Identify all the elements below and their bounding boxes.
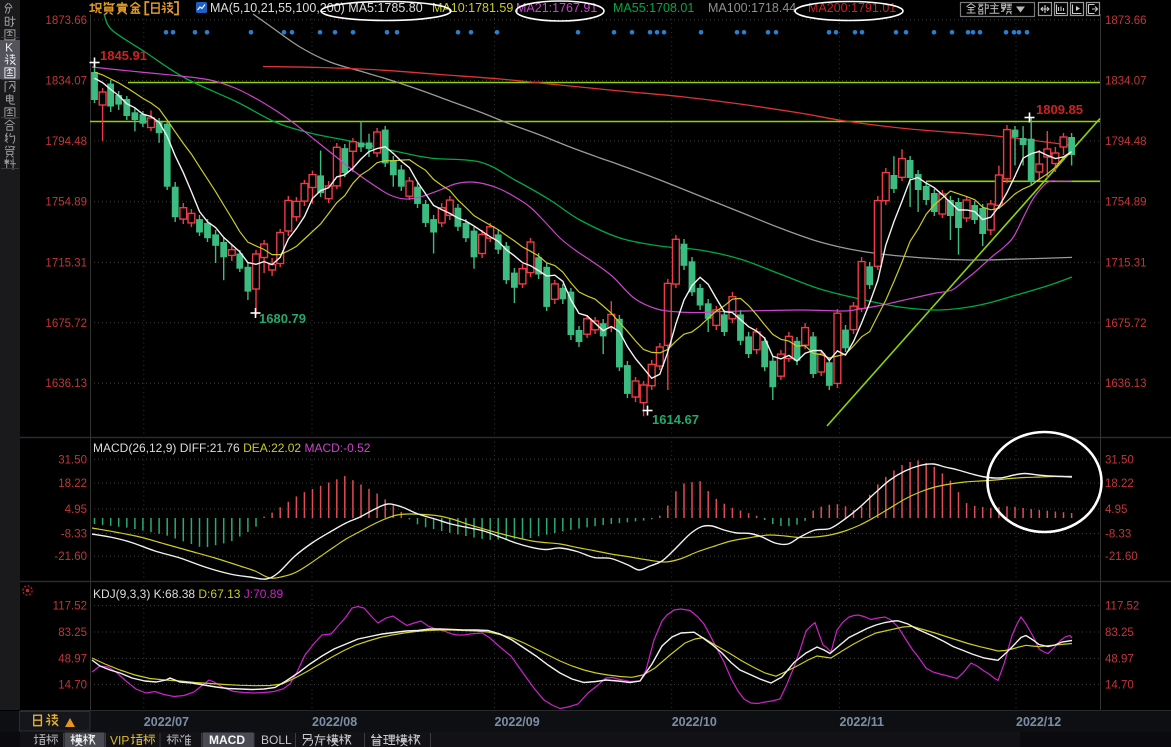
svg-text:31.50: 31.50	[58, 454, 87, 466]
svg-text:117.52: 117.52	[53, 601, 87, 613]
svg-text:MA(5,10,21,55,100,200) MA5:17: MA(5,10,21,55,100,200) MA5:1785.80	[210, 1, 423, 15]
svg-text:MA10:1781.59: MA10:1781.59	[432, 1, 513, 15]
svg-text:2022/12: 2022/12	[1016, 715, 1061, 729]
svg-text:-8.33: -8.33	[1105, 529, 1131, 541]
svg-text:BOLL: BOLL	[261, 733, 292, 747]
svg-text:1754.89: 1754.89	[45, 197, 87, 209]
svg-text:1680.79: 1680.79	[259, 311, 306, 326]
svg-text:1715.31: 1715.31	[1105, 257, 1147, 269]
svg-text:VIP: VIP	[110, 734, 129, 747]
svg-text:31.50: 31.50	[1105, 454, 1134, 466]
svg-text:48.97: 48.97	[1105, 654, 1134, 666]
svg-text:1754.89: 1754.89	[1105, 197, 1147, 209]
svg-text:14.70: 14.70	[1105, 680, 1134, 692]
svg-text:-21.60: -21.60	[1105, 551, 1138, 563]
svg-text:1809.85: 1809.85	[1036, 102, 1083, 117]
svg-text:-21.60: -21.60	[54, 551, 87, 563]
svg-text:1614.67: 1614.67	[652, 412, 699, 427]
svg-text:-8.33: -8.33	[61, 529, 87, 541]
svg-text:1675.72: 1675.72	[1105, 318, 1147, 330]
svg-text:1873.66: 1873.66	[45, 15, 87, 27]
svg-text:4.95: 4.95	[65, 504, 87, 516]
svg-text:1834.07: 1834.07	[45, 75, 87, 87]
svg-text:2022/07: 2022/07	[144, 715, 189, 729]
svg-text:83.25: 83.25	[58, 627, 87, 639]
svg-text:K: K	[5, 41, 13, 55]
svg-text:1715.31: 1715.31	[45, 257, 87, 269]
svg-text:1834.07: 1834.07	[1105, 75, 1147, 87]
svg-text:83.25: 83.25	[1105, 627, 1134, 639]
svg-text:1794.48: 1794.48	[45, 136, 87, 148]
svg-text:48.97: 48.97	[58, 654, 87, 666]
svg-text:MA55:1708.01: MA55:1708.01	[613, 1, 694, 15]
svg-text:1794.48: 1794.48	[1105, 136, 1147, 148]
svg-text:MACD(26,12,9) DIFF:21.76 DEA:2: MACD(26,12,9) DIFF:21.76 DEA:22.02 MACD:…	[93, 441, 371, 455]
svg-text:2022/08: 2022/08	[312, 715, 357, 729]
svg-text:18.22: 18.22	[1105, 478, 1134, 490]
svg-text:1675.72: 1675.72	[45, 318, 87, 330]
svg-text:18.22: 18.22	[58, 478, 87, 490]
svg-text:MA100:1718.44: MA100:1718.44	[708, 1, 796, 15]
svg-text:MACD: MACD	[209, 733, 245, 747]
svg-text:117.52: 117.52	[1105, 601, 1139, 613]
svg-text:2022/11: 2022/11	[840, 715, 885, 729]
svg-text:1873.66: 1873.66	[1105, 15, 1147, 27]
svg-text:1636.13: 1636.13	[45, 378, 87, 390]
svg-text:4.95: 4.95	[1105, 504, 1127, 516]
svg-text:14.70: 14.70	[58, 680, 87, 692]
svg-text:KDJ(9,3,3) K:68.38 D:67.13 J:7: KDJ(9,3,3) K:68.38 D:67.13 J:70.89	[93, 587, 283, 601]
svg-text:2022/09: 2022/09	[495, 715, 540, 729]
svg-text:1845.91: 1845.91	[100, 48, 147, 63]
svg-text:1636.13: 1636.13	[1105, 378, 1147, 390]
svg-text:2022/10: 2022/10	[672, 715, 717, 729]
